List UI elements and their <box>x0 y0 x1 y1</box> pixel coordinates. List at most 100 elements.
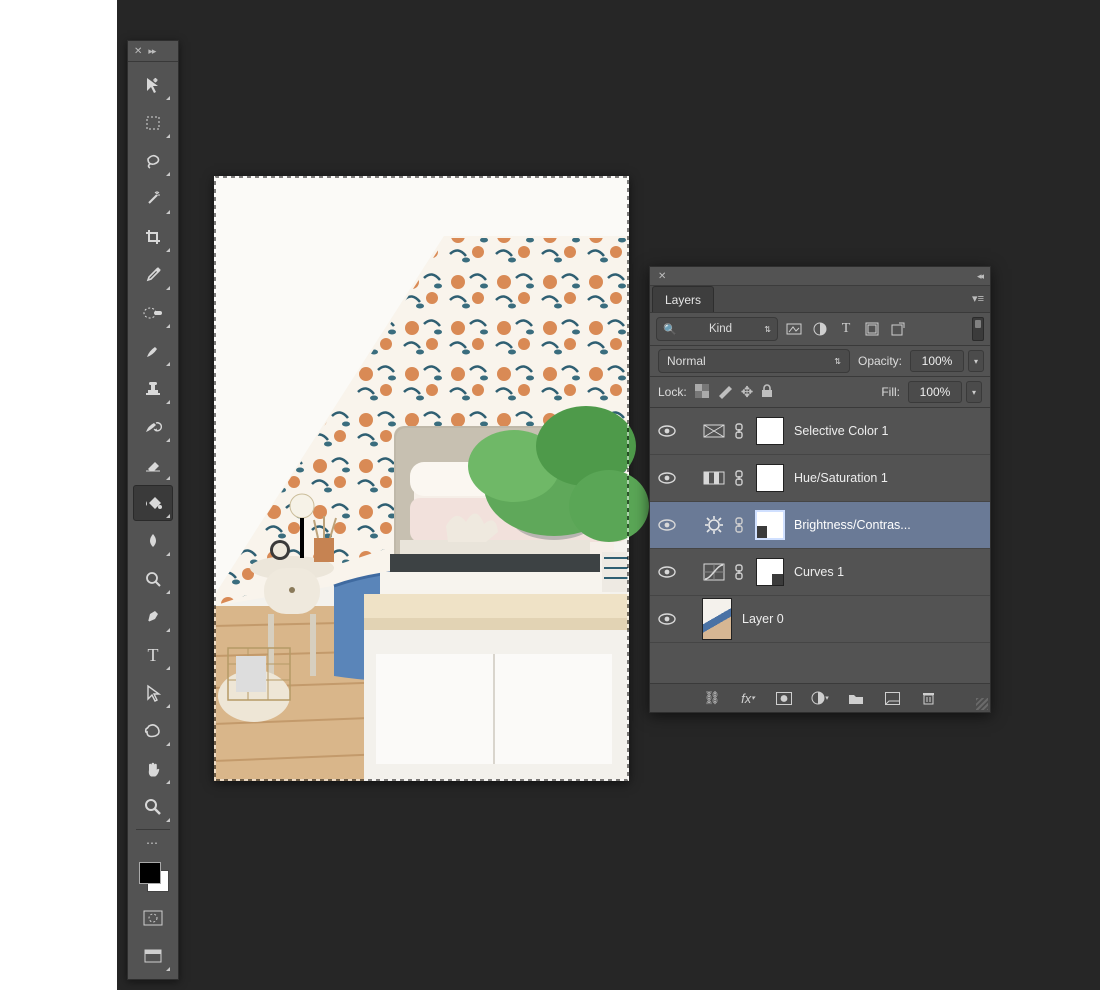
tool-pen[interactable] <box>133 599 173 635</box>
new-adjustment-icon[interactable]: ▾ <box>811 689 829 707</box>
layer-thumbnail[interactable] <box>702 598 732 640</box>
visibility-toggle-icon[interactable] <box>656 519 678 531</box>
document-image <box>214 176 629 781</box>
document-canvas[interactable] <box>214 176 629 781</box>
adjustment-brightness-contrast-icon <box>702 515 726 535</box>
collapse-icon[interactable]: ▸▸ <box>148 46 155 57</box>
link-layers-icon[interactable]: ⛓ <box>703 689 721 707</box>
mask-link-icon[interactable] <box>732 470 746 486</box>
layer-mask-thumbnail[interactable] <box>756 511 784 539</box>
tool-marquee[interactable] <box>133 105 173 141</box>
blend-row: Normal ⇅ Opacity: 100% ▾ <box>650 346 990 377</box>
layer-name-label[interactable]: Curves 1 <box>794 565 984 579</box>
layers-panel-footer: ⛓ fx▾ ▾ <box>650 684 990 712</box>
tool-eraser[interactable] <box>133 447 173 483</box>
filter-toggle[interactable] <box>972 317 984 341</box>
filter-adjustment-icon[interactable] <box>810 319 830 339</box>
layer-filter-row: 🔍 Kind ⇅ T <box>650 313 990 346</box>
layers-panel-header[interactable]: ✕ ◂◂ <box>650 267 990 286</box>
filter-shape-icon[interactable] <box>862 319 882 339</box>
layer-name-label[interactable]: Layer 0 <box>742 612 984 626</box>
visibility-toggle-icon[interactable] <box>656 566 678 578</box>
layer-row-brightness-contrast[interactable]: Brightness/Contras... <box>650 502 990 549</box>
fill-slider-toggle[interactable]: ▾ <box>966 381 982 403</box>
foreground-background-colors[interactable] <box>133 854 173 898</box>
tool-dodge[interactable] <box>133 561 173 597</box>
layers-panel: ✕ ◂◂ Layers ▾≡ 🔍 Kind ⇅ T Normal ⇅ <box>649 266 991 713</box>
tools-panel-header[interactable]: ✕ ▸▸ <box>128 41 178 62</box>
tool-brush[interactable] <box>133 333 173 369</box>
lock-transparency-icon[interactable] <box>695 384 709 401</box>
layer-row-curves[interactable]: Curves 1 <box>650 549 990 596</box>
opacity-slider-toggle[interactable]: ▾ <box>968 350 984 372</box>
filter-kind-label: Kind <box>709 323 732 335</box>
filter-kind-select[interactable]: 🔍 Kind ⇅ <box>656 317 778 341</box>
layer-mask-thumbnail[interactable] <box>756 417 784 445</box>
adjustment-selective-color-icon <box>702 421 726 441</box>
close-icon[interactable]: ✕ <box>134 46 142 57</box>
tool-clone-stamp[interactable] <box>133 371 173 407</box>
blend-mode-select[interactable]: Normal ⇅ <box>658 349 850 373</box>
opacity-label: Opacity: <box>858 354 902 368</box>
tool-lasso[interactable] <box>133 143 173 179</box>
filter-type-icon[interactable]: T <box>836 319 856 339</box>
add-mask-icon[interactable] <box>775 689 793 707</box>
layer-row-hue-saturation[interactable]: Hue/Saturation 1 <box>650 455 990 502</box>
fx-icon[interactable]: fx▾ <box>739 689 757 707</box>
filter-smart-icon[interactable] <box>888 319 908 339</box>
new-layer-icon[interactable] <box>883 689 901 707</box>
screen-mode-toggle[interactable] <box>133 938 173 974</box>
tool-eyedropper[interactable] <box>133 257 173 293</box>
layer-row-selective-color[interactable]: Selective Color 1 <box>650 408 990 455</box>
search-icon: 🔍 <box>663 323 677 336</box>
tool-blur[interactable] <box>133 523 173 559</box>
tool-move[interactable] <box>133 67 173 103</box>
layer-name-label[interactable]: Selective Color 1 <box>794 424 984 438</box>
tool-hand[interactable] <box>133 751 173 787</box>
layer-name-label[interactable]: Hue/Saturation 1 <box>794 471 984 485</box>
layer-name-label[interactable]: Brightness/Contras... <box>794 518 984 532</box>
opacity-value[interactable]: 100% <box>910 350 964 372</box>
tool-magic-wand[interactable] <box>133 181 173 217</box>
lock-row: Lock: ✥ Fill: 100% ▾ <box>650 377 990 408</box>
panel-tab-bar: Layers ▾≡ <box>650 286 990 313</box>
lock-position-icon[interactable]: ✥ <box>741 383 754 401</box>
new-group-icon[interactable] <box>847 689 865 707</box>
tools-panel: ✕ ▸▸ T ⋯ <box>127 40 179 980</box>
layers-list: Selective Color 1 Hue/Saturation 1 Brightn… <box>650 408 990 643</box>
resize-grip[interactable] <box>976 698 988 710</box>
dropdown-arrow-icon: ⇅ <box>764 325 771 334</box>
fill-value[interactable]: 100% <box>908 381 962 403</box>
tool-crop[interactable] <box>133 219 173 255</box>
dropdown-arrow-icon: ⇅ <box>834 357 841 366</box>
tool-zoom[interactable] <box>133 789 173 825</box>
adjustment-hue-saturation-icon <box>702 468 726 488</box>
lock-all-icon[interactable] <box>761 384 773 401</box>
tool-path-selection[interactable] <box>133 675 173 711</box>
collapse-icon[interactable]: ◂◂ <box>977 271 982 282</box>
tool-custom-shape[interactable] <box>133 713 173 749</box>
visibility-toggle-icon[interactable] <box>656 425 678 437</box>
mask-link-icon[interactable] <box>732 564 746 580</box>
layers-empty-area[interactable] <box>650 643 990 684</box>
tool-type[interactable]: T <box>133 637 173 673</box>
adjustment-curves-icon <box>702 562 726 582</box>
mask-link-icon[interactable] <box>732 517 746 533</box>
tool-healing-brush[interactable] <box>133 295 173 331</box>
layer-row-image[interactable]: Layer 0 <box>650 596 990 643</box>
panel-menu-icon[interactable]: ▾≡ <box>972 292 984 305</box>
tool-paint-bucket[interactable] <box>133 485 173 521</box>
close-icon[interactable]: ✕ <box>658 271 666 282</box>
mask-link-icon[interactable] <box>732 423 746 439</box>
layer-mask-thumbnail[interactable] <box>756 558 784 586</box>
tool-expand-row[interactable]: ⋯ <box>133 834 173 852</box>
visibility-toggle-icon[interactable] <box>656 613 678 625</box>
delete-layer-icon[interactable] <box>919 689 937 707</box>
layer-mask-thumbnail[interactable] <box>756 464 784 492</box>
tab-layers[interactable]: Layers <box>652 286 714 312</box>
lock-pixels-icon[interactable] <box>717 384 733 401</box>
filter-pixel-icon[interactable] <box>784 319 804 339</box>
visibility-toggle-icon[interactable] <box>656 472 678 484</box>
tool-history-brush[interactable] <box>133 409 173 445</box>
quick-mask-toggle[interactable] <box>133 900 173 936</box>
